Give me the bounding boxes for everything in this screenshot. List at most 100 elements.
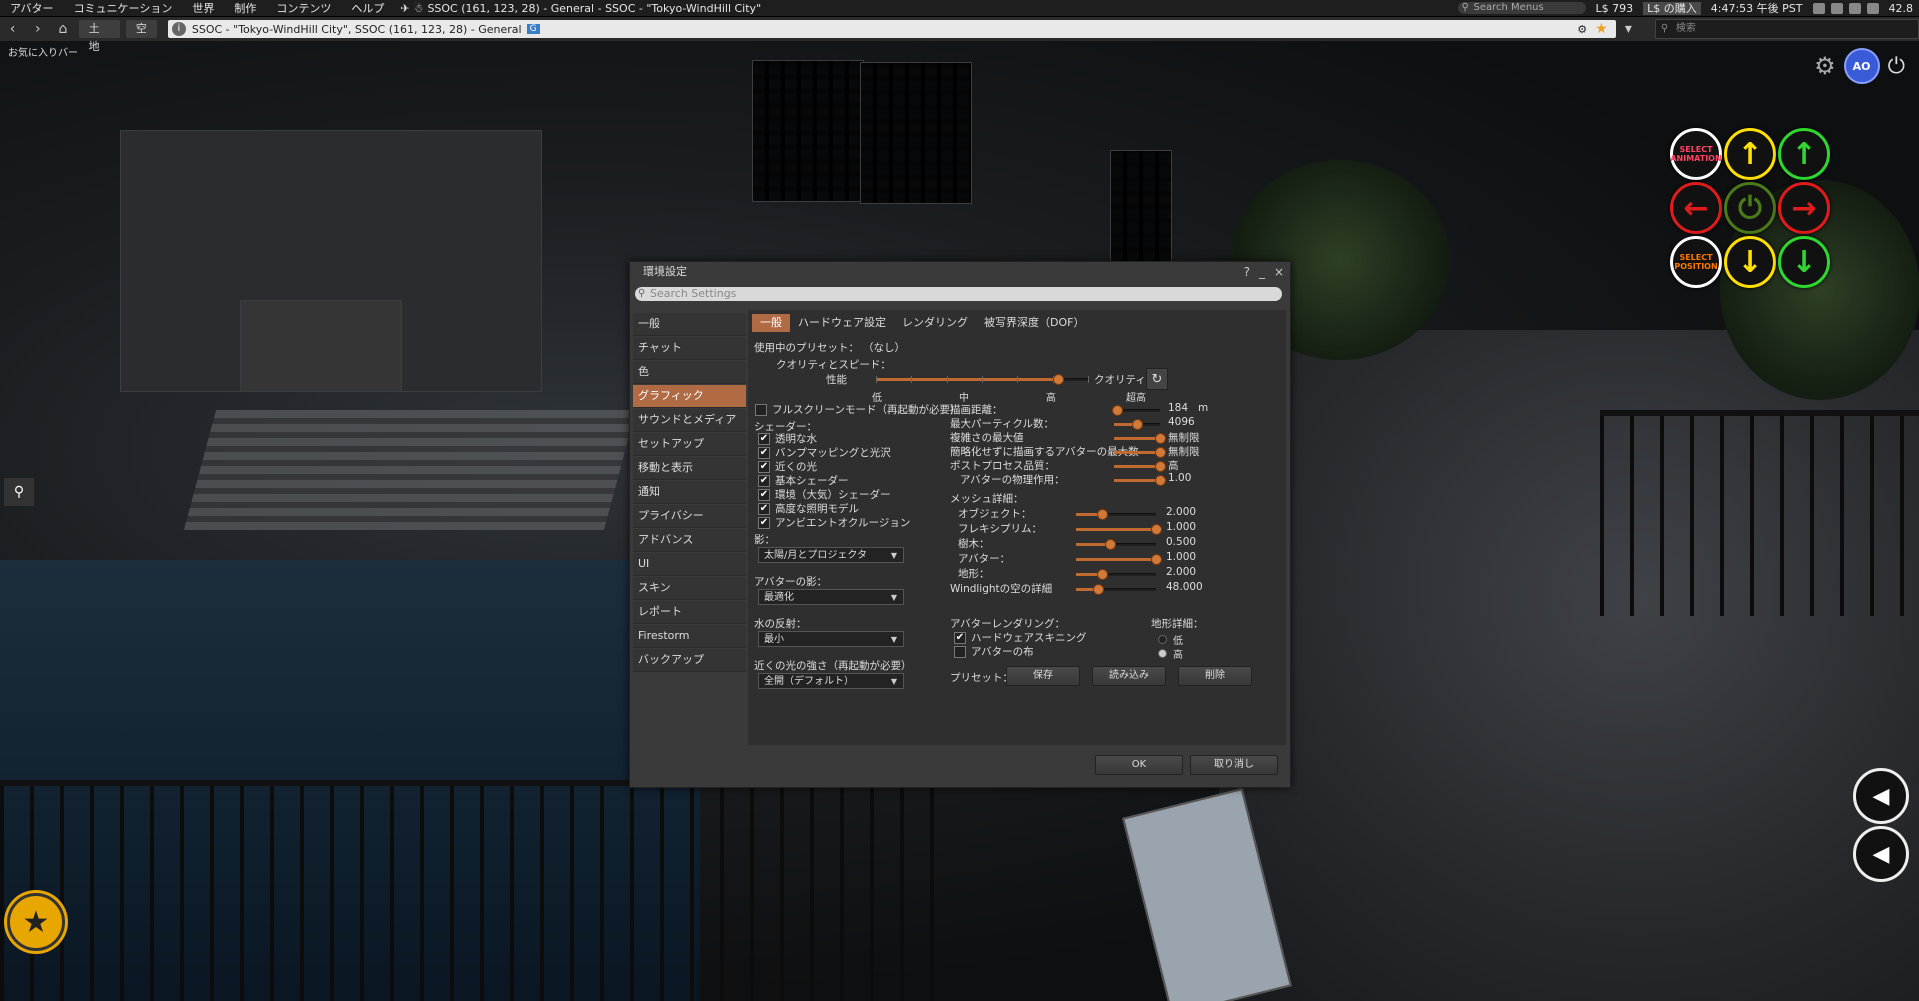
render-slider[interactable] bbox=[1114, 419, 1160, 430]
category-item[interactable]: レポート bbox=[633, 601, 746, 624]
search-input[interactable]: ⚲ 検索 bbox=[1654, 19, 1919, 39]
arrow-up-green-icon[interactable]: ↑ bbox=[1778, 128, 1830, 180]
buy-currency-button[interactable]: L$ の購入 bbox=[1643, 1, 1701, 15]
render-slider[interactable] bbox=[1114, 447, 1166, 458]
tab-graphics-3[interactable]: 被写界深度（DOF） bbox=[976, 314, 1092, 332]
category-item[interactable]: 移動と表示 bbox=[633, 457, 746, 480]
quality-slider[interactable] bbox=[876, 374, 1089, 385]
tab-graphics-1[interactable]: ハードウェア設定 bbox=[790, 314, 894, 332]
star-hud-icon[interactable]: ★ bbox=[7, 893, 65, 951]
close-icon[interactable]: × bbox=[1274, 262, 1284, 282]
menu-content[interactable]: コンテンツ bbox=[266, 0, 341, 16]
nearby-light-dropdown[interactable]: 全開（デフォルト） ▼ bbox=[758, 673, 904, 689]
menu-world[interactable]: 世界 bbox=[182, 0, 224, 16]
back-icon[interactable]: ‹ bbox=[0, 19, 25, 39]
slider-knob[interactable] bbox=[1155, 461, 1166, 472]
slider-knob[interactable] bbox=[1151, 554, 1162, 565]
nav-left-icon[interactable]: ◀ bbox=[1853, 768, 1909, 824]
category-item[interactable]: 色 bbox=[633, 361, 746, 384]
terrain-radio[interactable]: 高 bbox=[1158, 646, 1183, 661]
arrow-down-green-icon[interactable]: ↓ bbox=[1778, 236, 1830, 288]
shader-checkbox[interactable]: ✔ 環境（大気）シェーダー bbox=[758, 487, 891, 502]
avatar-render-checkbox[interactable]: ✔ ハードウェアスキニング bbox=[954, 630, 1087, 645]
shader-checkbox[interactable]: ✔ 基本シェーダー bbox=[758, 473, 849, 488]
avatar-render-checkbox[interactable]: アバターの布 bbox=[954, 644, 1034, 659]
dropdown-arrow-icon[interactable]: ▾ bbox=[1616, 19, 1641, 39]
location-readout[interactable]: ✈ ☃ SSOC (161, 123, 28) - General - SSOC… bbox=[400, 2, 761, 15]
reset-icon[interactable]: ↻ bbox=[1146, 368, 1168, 390]
tab-graphics-2[interactable]: レンダリング bbox=[894, 314, 976, 332]
voice-icon[interactable] bbox=[1848, 2, 1861, 14]
mesh-slider[interactable] bbox=[1076, 524, 1162, 535]
select-animation-button[interactable]: SELECT ANIMATION bbox=[1670, 128, 1722, 180]
category-item[interactable]: サウンドとメディア bbox=[633, 409, 746, 432]
category-item[interactable]: バックアップ bbox=[633, 649, 746, 672]
info-icon[interactable]: i bbox=[171, 22, 186, 36]
arrow-down-yellow-icon[interactable]: ↓ bbox=[1724, 236, 1776, 288]
render-slider[interactable] bbox=[1112, 405, 1160, 416]
menu-build[interactable]: 制作 bbox=[224, 0, 266, 16]
music-icon[interactable] bbox=[1830, 2, 1843, 14]
menu-avatar[interactable]: アバター bbox=[0, 0, 64, 16]
render-slider[interactable] bbox=[1114, 433, 1166, 444]
slider-knob[interactable] bbox=[1053, 374, 1065, 385]
slider-knob[interactable] bbox=[1132, 419, 1143, 430]
category-item[interactable]: プライバシー bbox=[633, 505, 746, 528]
power-icon[interactable]: ⏻ bbox=[1888, 54, 1905, 79]
load-preset-button[interactable]: 読み込み bbox=[1092, 666, 1166, 686]
shader-checkbox[interactable]: ✔ 透明な水 bbox=[758, 431, 817, 446]
settings-search-input[interactable]: ⚲ Search Settings bbox=[635, 287, 1282, 301]
category-item[interactable]: 通知 bbox=[633, 481, 746, 504]
tab-graphics-0[interactable]: 一般 bbox=[752, 314, 790, 332]
delete-preset-button[interactable]: 削除 bbox=[1178, 666, 1252, 686]
render-slider[interactable] bbox=[1114, 475, 1166, 486]
gear-icon[interactable]: ⚙ bbox=[1814, 52, 1836, 80]
category-item[interactable]: 一般 bbox=[633, 313, 746, 336]
menu-communication[interactable]: コミュニケーション bbox=[64, 0, 183, 16]
location-input[interactable]: i SSOC - "Tokyo-WindHill City", SSOC (16… bbox=[167, 20, 1616, 38]
shader-checkbox[interactable]: ✔ バンプマッピングと光沢 bbox=[758, 445, 891, 460]
mesh-slider[interactable] bbox=[1076, 554, 1162, 565]
cancel-button[interactable]: 取り消し bbox=[1190, 755, 1278, 775]
category-item[interactable]: スキン bbox=[633, 577, 746, 600]
shader-checkbox[interactable]: ✔ 高度な照明モデル bbox=[758, 501, 859, 516]
mesh-slider[interactable] bbox=[1076, 584, 1156, 595]
favorite-star-icon[interactable]: ★ bbox=[1595, 21, 1608, 37]
forward-icon[interactable]: › bbox=[25, 19, 50, 39]
mesh-slider[interactable] bbox=[1076, 539, 1156, 550]
arrow-right-red-icon[interactable]: → bbox=[1778, 182, 1830, 234]
volume-icon[interactable] bbox=[1866, 2, 1879, 14]
menu-search-input[interactable]: ⚲ Search Menus bbox=[1457, 2, 1586, 14]
water-reflection-dropdown[interactable]: 最小 ▼ bbox=[758, 631, 904, 647]
category-item[interactable]: グラフィック bbox=[633, 385, 746, 408]
arrow-up-yellow-icon[interactable]: ↑ bbox=[1724, 128, 1776, 180]
slider-knob[interactable] bbox=[1097, 569, 1109, 580]
category-item[interactable]: セットアップ bbox=[633, 433, 746, 456]
render-slider[interactable] bbox=[1114, 461, 1166, 472]
slider-knob[interactable] bbox=[1112, 405, 1124, 416]
minimize-icon[interactable]: _ bbox=[1259, 262, 1265, 282]
nav-left-icon[interactable]: ◀ bbox=[1853, 826, 1909, 882]
save-preset-button[interactable]: 保存 bbox=[1006, 666, 1080, 686]
slider-knob[interactable] bbox=[1104, 539, 1116, 550]
category-item[interactable]: Firestorm bbox=[633, 625, 746, 648]
mesh-slider[interactable] bbox=[1076, 509, 1156, 520]
category-item[interactable]: アドバンス bbox=[633, 529, 746, 552]
favorites-bar[interactable]: お気に入りバー bbox=[8, 44, 78, 59]
mesh-slider[interactable] bbox=[1076, 569, 1156, 580]
sky-button[interactable]: 空 bbox=[125, 20, 157, 38]
slider-knob[interactable] bbox=[1155, 433, 1166, 444]
shader-checkbox[interactable]: ✔ アンビエントオクルージョン bbox=[758, 515, 910, 530]
slider-knob[interactable] bbox=[1155, 447, 1166, 458]
select-position-button[interactable]: SELECT POSITION bbox=[1670, 236, 1722, 288]
arrow-left-red-icon[interactable]: ← bbox=[1670, 182, 1722, 234]
ao-button[interactable]: AO bbox=[1843, 48, 1880, 84]
slider-knob[interactable] bbox=[1092, 584, 1104, 595]
help-icon[interactable]: ? bbox=[1244, 262, 1250, 282]
balance[interactable]: L$ 793 bbox=[1596, 2, 1634, 15]
home-icon[interactable]: ⌂ bbox=[50, 19, 75, 39]
ok-button[interactable]: OK bbox=[1095, 755, 1183, 775]
dialog-titlebar[interactable]: 環境設定 ? _ × bbox=[630, 262, 1290, 282]
category-item[interactable]: チャット bbox=[633, 337, 746, 360]
slider-knob[interactable] bbox=[1155, 475, 1166, 486]
